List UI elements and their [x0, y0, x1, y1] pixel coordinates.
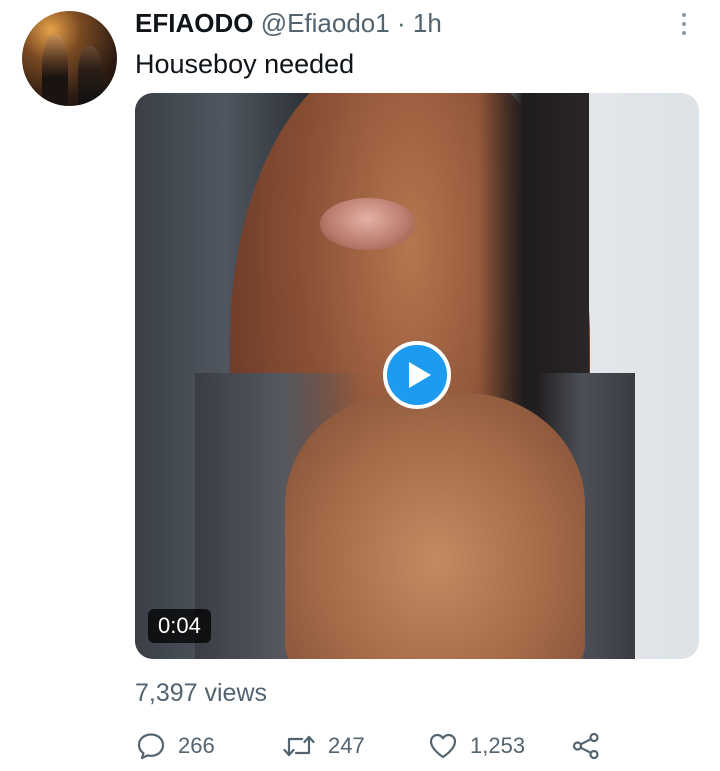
retweet-button[interactable]: 247	[282, 726, 365, 766]
play-icon	[408, 362, 431, 388]
share-button[interactable]	[571, 726, 601, 766]
like-count: 1,253	[470, 733, 526, 758]
more-dot	[682, 22, 686, 26]
separator-dot: ·	[396, 8, 406, 38]
more-vertical-icon[interactable]	[676, 12, 692, 36]
avatar-figure	[42, 34, 68, 106]
video-frame-lips	[320, 198, 415, 250]
avatar[interactable]	[22, 11, 117, 106]
retweet-icon	[283, 735, 315, 757]
avatar-figure	[78, 46, 102, 106]
more-dot	[682, 13, 686, 17]
tweet-time[interactable]: 1h	[413, 8, 442, 38]
retweet-count: 247	[328, 733, 365, 758]
author-display-name[interactable]: EFIAODO	[135, 8, 253, 38]
video-frame-chest	[285, 393, 585, 659]
share-icon	[572, 732, 599, 760]
tweet-text: Houseboy needed	[135, 49, 355, 79]
author-handle[interactable]: @Efiaodo1	[261, 8, 390, 38]
heart-icon	[429, 733, 457, 759]
tweet[interactable]: EFIAODO @Efiaodo1 · 1h Houseboy needed 0…	[0, 0, 720, 771]
view-count: 7,397 views	[135, 679, 268, 707]
play-button[interactable]	[383, 341, 451, 409]
more-dot	[682, 31, 686, 35]
like-button[interactable]: 1,253	[428, 726, 525, 766]
reply-button[interactable]: 266	[136, 726, 215, 766]
tweet-header: EFIAODO @Efiaodo1 · 1h	[135, 7, 442, 39]
tweet-actions-bar: 266 247 1,253	[0, 726, 720, 766]
video-player[interactable]: 0:04	[135, 93, 699, 659]
reply-icon	[137, 733, 165, 760]
video-duration-badge: 0:04	[148, 609, 211, 643]
reply-count: 266	[178, 733, 215, 758]
